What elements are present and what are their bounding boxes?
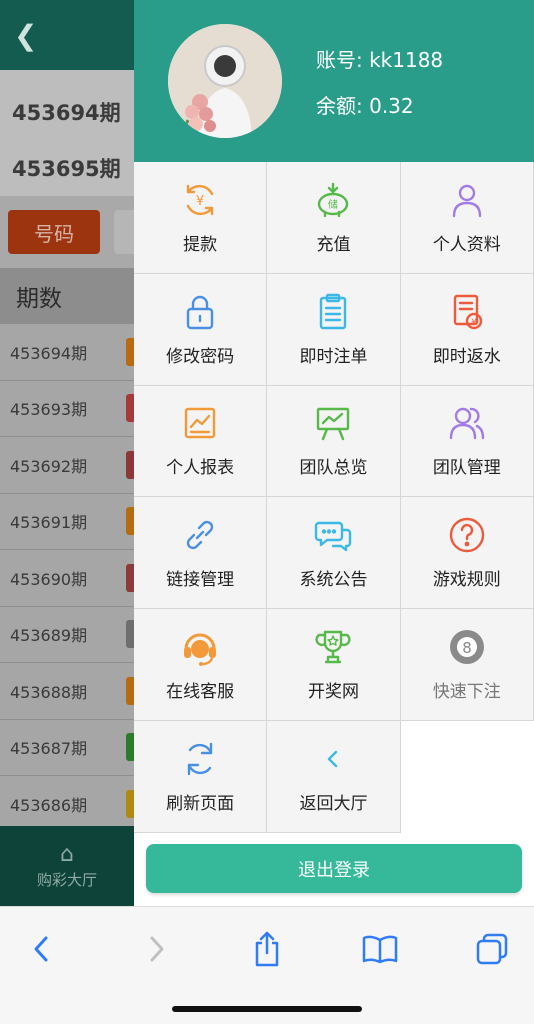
- svg-text:¥: ¥: [471, 318, 477, 328]
- help-icon: [447, 515, 487, 555]
- report-icon: [180, 403, 220, 443]
- menu-item-user[interactable]: 个人资料: [400, 162, 534, 274]
- forward-icon[interactable]: [134, 927, 178, 971]
- withdraw-icon: ¥: [180, 180, 220, 220]
- menu-item-report[interactable]: 个人报表: [134, 385, 268, 498]
- svg-text:8: 8: [462, 639, 472, 657]
- row-period: 453691期: [10, 513, 88, 533]
- menu-item-label: 在线客服: [166, 682, 235, 703]
- home-indicator: [172, 1006, 362, 1012]
- link-icon: [180, 515, 220, 555]
- chat-icon: [313, 515, 353, 555]
- balance-label: 余额: 0.32: [316, 94, 414, 118]
- drawer-header: 账号: kk1188 余额: 0.32: [134, 0, 534, 162]
- table-header-period: 期数: [16, 286, 62, 312]
- menu-item-label: 快速下注: [432, 682, 501, 703]
- row-period: 453687期: [10, 739, 88, 759]
- tabs-icon[interactable]: [470, 927, 514, 971]
- svg-text:¥: ¥: [196, 194, 204, 209]
- menu-item-label: 修改密码: [166, 346, 235, 367]
- menu-item-lock[interactable]: 修改密码: [134, 273, 268, 386]
- side-drawer: 账号: kk1188 余额: 0.32 ¥ 提款储充值 个人资料 修改密码 即时注单 ¥ 即…: [134, 0, 534, 906]
- menu-item-clipboard[interactable]: 即时注单: [267, 273, 401, 386]
- refresh-icon: [180, 739, 220, 779]
- share-icon[interactable]: [245, 927, 289, 971]
- menu-item-help[interactable]: 游戏规则: [400, 497, 534, 610]
- clipboard-icon: [313, 292, 353, 332]
- menu-item-team[interactable]: 团队管理: [400, 385, 534, 498]
- svg-text:储: 储: [328, 198, 338, 211]
- menu-item-back-chevron[interactable]: 返回大厅: [267, 720, 401, 833]
- menu-item-label: 即时注单: [299, 346, 368, 367]
- account-label: 账号: kk1188: [316, 48, 444, 72]
- menu-item-label: 游戏规则: [432, 570, 501, 591]
- menu-grid-filler: [400, 720, 534, 833]
- row-period: 453689期: [10, 626, 88, 646]
- back-chevron-icon: [313, 739, 353, 779]
- menu-item-label: 提款: [183, 234, 218, 255]
- menu-item-piggy-bank[interactable]: 储充值: [267, 162, 401, 274]
- row-period: 453688期: [10, 682, 88, 702]
- row-period: 453693期: [10, 400, 88, 420]
- menu-item-label: 团队管理: [432, 458, 501, 479]
- menu-item-label: 个人资料: [432, 234, 501, 255]
- back-icon[interactable]: [20, 927, 64, 971]
- menu-item-link[interactable]: 链接管理: [134, 497, 268, 610]
- draw-period: 453694期: [12, 101, 121, 125]
- menu-item-label: 团队总览: [299, 458, 368, 479]
- menu-item-label: 个人报表: [166, 458, 235, 479]
- menu-item-label: 充值: [316, 234, 351, 255]
- row-period: 453690期: [10, 569, 88, 589]
- row-period: 453694期: [10, 343, 88, 363]
- menu-item-presentation[interactable]: 团队总览: [267, 385, 401, 498]
- footer-lobby-tab[interactable]: ⌂ 购彩大厅: [0, 826, 134, 906]
- eight-ball-icon: 8: [447, 627, 487, 667]
- menu-item-eight-ball[interactable]: 8 快速下注: [400, 609, 534, 721]
- logout-button[interactable]: 退出登录: [146, 844, 522, 893]
- draw-period: 453695期: [12, 157, 121, 181]
- menu-item-label: 系统公告: [299, 570, 368, 591]
- rebate-icon: ¥: [447, 292, 487, 332]
- menu-item-rebate[interactable]: ¥ 即时返水: [400, 273, 534, 386]
- tab-numbers[interactable]: 号码: [8, 210, 100, 254]
- back-chevron-icon[interactable]: ❮: [14, 19, 37, 52]
- menu-grid: ¥ 提款储充值 个人资料 修改密码 即时注单 ¥ 即时返水 个人报表 团队总览 团队管理 链接管理系…: [134, 162, 534, 833]
- home-icon: ⌂: [60, 842, 74, 867]
- avatar[interactable]: [168, 24, 282, 138]
- piggy-bank-icon: 储: [313, 180, 353, 220]
- presentation-icon: [313, 403, 353, 443]
- user-icon: [447, 180, 487, 220]
- menu-item-withdraw[interactable]: ¥ 提款: [134, 162, 268, 274]
- footer-label: 购彩大厅: [36, 871, 97, 889]
- menu-item-label: 链接管理: [166, 570, 235, 591]
- row-period: 453692期: [10, 456, 88, 476]
- menu-item-chat[interactable]: 系统公告: [267, 497, 401, 610]
- team-icon: [447, 403, 487, 443]
- menu-item-label: 即时返水: [432, 346, 501, 367]
- row-period: 453686期: [10, 795, 88, 815]
- trophy-icon: [313, 627, 353, 667]
- menu-item-headset[interactable]: 在线客服: [134, 609, 268, 721]
- menu-item-label: 刷新页面: [166, 793, 235, 814]
- menu-item-label: 返回大厅: [299, 793, 368, 814]
- menu-item-label: 开奖网: [307, 682, 359, 703]
- headset-icon: [180, 627, 220, 667]
- menu-item-refresh[interactable]: 刷新页面: [134, 720, 268, 833]
- lock-icon: [180, 292, 220, 332]
- menu-item-trophy[interactable]: 开奖网: [267, 609, 401, 721]
- bookmarks-icon[interactable]: [358, 927, 402, 971]
